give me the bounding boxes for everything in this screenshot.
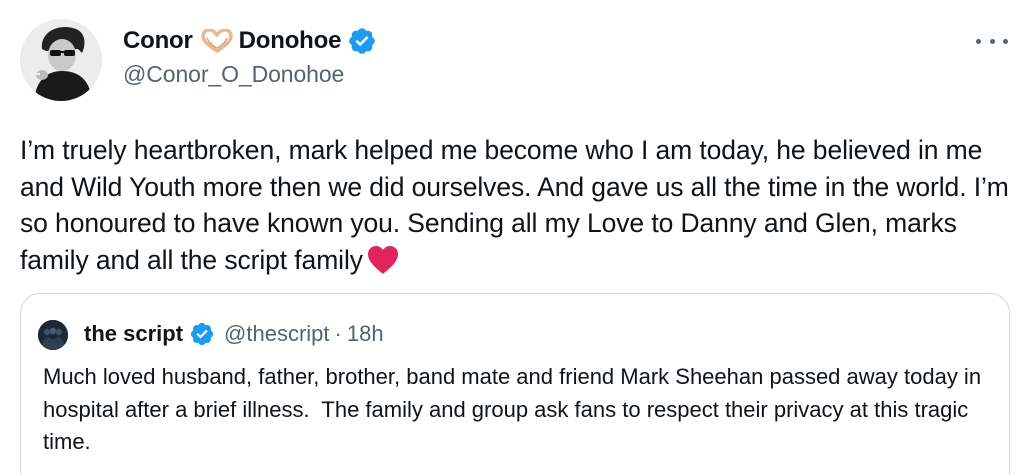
quoted-timestamp[interactable]: 18h — [347, 321, 384, 347]
more-dot — [989, 38, 995, 44]
display-name-first[interactable]: Conor — [123, 27, 193, 55]
tweet: Conor Donohoe @Conor_O_Donohoe I’m truel… — [0, 0, 1024, 475]
more-dot — [976, 38, 981, 44]
quoted-handle[interactable]: @thescript — [224, 321, 329, 347]
author-header: Conor Donohoe @Conor_O_Donohoe — [123, 24, 377, 88]
quoted-tweet[interactable]: the script @thescript · 18h Much loved h… — [20, 293, 1010, 475]
tweet-text: I’m truely heartbroken, mark helped me b… — [20, 132, 1010, 278]
more-dot — [1003, 38, 1008, 44]
author-avatar[interactable] — [20, 19, 102, 101]
tweet-body: I’m truely heartbroken, mark helped me b… — [20, 135, 1017, 275]
red-heart-icon — [367, 245, 399, 275]
author-handle[interactable]: @Conor_O_Donohoe — [123, 61, 377, 88]
more-icon[interactable] — [976, 34, 1008, 48]
separator-dot: · — [334, 321, 342, 346]
quoted-tweet-header: the script @thescript · 18h — [84, 318, 384, 350]
quoted-author-avatar[interactable] — [38, 320, 68, 350]
display-name-last[interactable]: Donohoe — [239, 27, 342, 55]
verified-badge-icon[interactable] — [189, 321, 215, 347]
heart-hands-icon — [200, 28, 233, 53]
display-name[interactable]: Conor Donohoe — [123, 24, 377, 58]
verified-badge-icon[interactable] — [347, 26, 377, 56]
quoted-display-name[interactable]: the script — [84, 321, 183, 347]
quoted-tweet-text: Much loved husband, father, brother, ban… — [43, 364, 988, 454]
